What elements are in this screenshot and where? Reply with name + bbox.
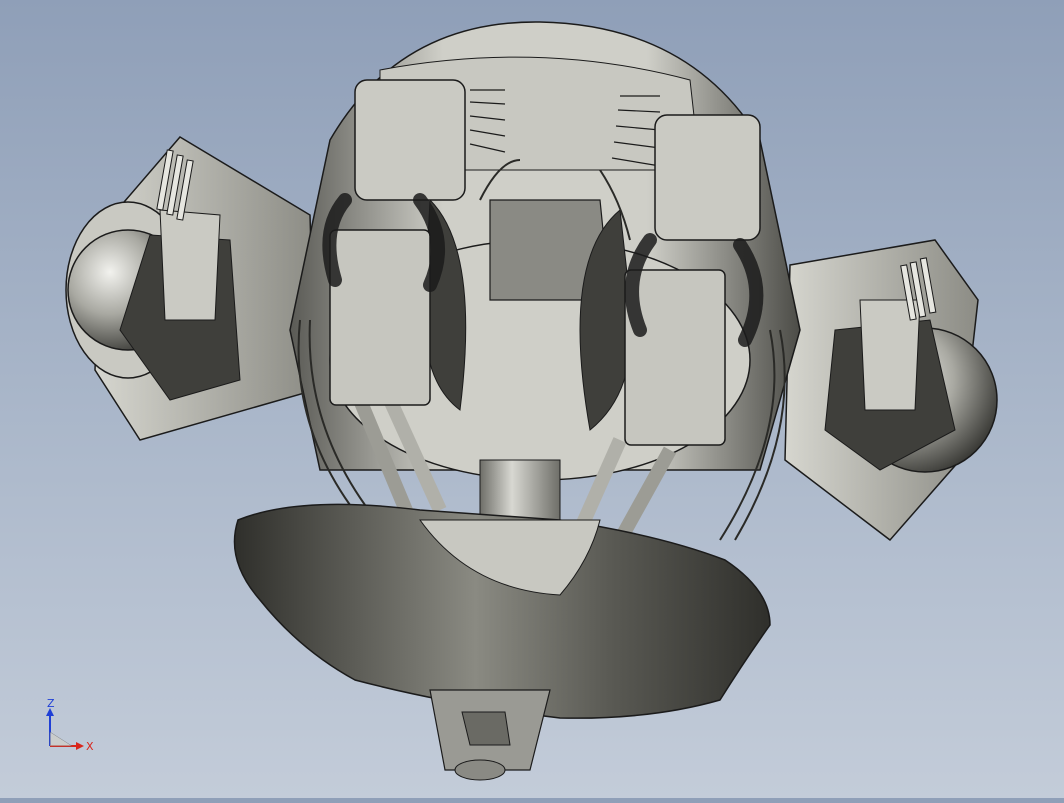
engine-model[interactable] — [0, 0, 1064, 798]
cad-viewport[interactable] — [0, 0, 1064, 798]
right-cylinder — [784, 239, 998, 542]
x-axis-label: X — [86, 740, 94, 753]
z-axis-label: Z — [47, 697, 55, 710]
axis-triad: Z X — [38, 696, 108, 760]
left-cylinder — [65, 136, 316, 441]
front-gear — [233, 503, 771, 781]
